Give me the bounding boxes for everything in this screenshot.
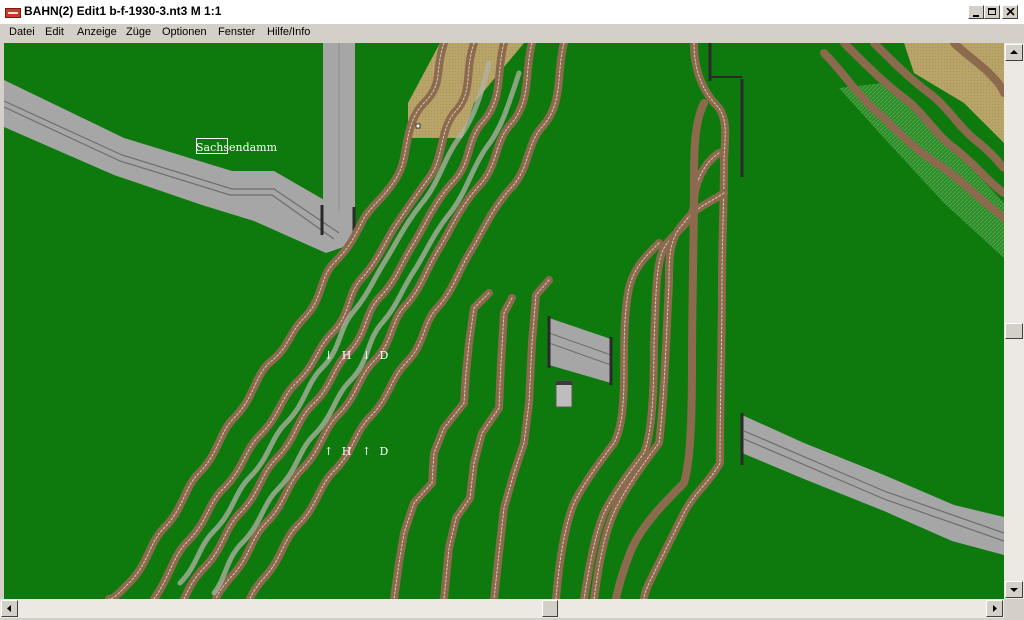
title-bar[interactable]: BAHN(2) Edit1 b-f-1930-3.nt3 M 1:1 [0,0,1024,25]
signal-group-top[interactable]: ↓ H ↓ D [324,349,389,362]
arrow-up-icon [1010,50,1018,54]
window-title: BAHN(2) Edit1 b-f-1930-3.nt3 M 1:1 [24,4,222,18]
scroll-left-button[interactable] [1,600,18,617]
signal-d-label: D [379,445,389,458]
horizontal-scroll-thumb[interactable] [541,600,558,617]
arrow-up-icon: ↑ [324,445,334,458]
signal-h-label: H [341,349,352,362]
train-app-icon[interactable] [5,8,21,18]
station-label[interactable]: Sachsendamm [196,141,277,154]
menu-zuege[interactable]: Züge [126,26,151,38]
arrow-left-icon [7,605,11,612]
menu-fenster[interactable]: Fenster [218,26,255,38]
platform-bridge [549,318,611,383]
road-diagonal-left [4,80,355,253]
close-button[interactable] [1002,5,1018,19]
minimize-button[interactable] [968,5,984,19]
scroll-down-button[interactable] [1005,581,1023,598]
arrow-down-icon: ↓ [324,349,334,362]
horizontal-scrollbar[interactable] [0,599,1004,618]
track-map-canvas[interactable]: Sachsendamm ↓ H ↓ D ↑ H ↑ D [4,43,1004,599]
arrow-up-icon: ↑ [361,445,372,458]
scroll-right-button[interactable] [986,600,1003,617]
signal-d-label: D [379,349,389,362]
scroll-up-button[interactable] [1005,44,1023,61]
maximize-button[interactable] [984,5,1000,19]
arrow-down-icon [1010,588,1018,592]
road-diagonal-right [742,415,1004,555]
menu-bar: Datei Edit Anzeige Züge Optionen Fenster… [0,24,1024,42]
menu-edit[interactable]: Edit [45,26,64,38]
menu-optionen[interactable]: Optionen [162,26,207,38]
arrow-down-icon: ↓ [361,349,372,362]
track-map [4,43,1004,599]
close-icon [1006,8,1015,16]
application-window: BAHN(2) Edit1 b-f-1930-3.nt3 M 1:1 Datei… [0,0,1024,618]
vertical-scrollbar[interactable] [1004,43,1024,599]
signal-h-label: H [341,445,352,458]
menu-anzeige[interactable]: Anzeige [77,26,117,38]
signal-group-bottom[interactable]: ↑ H ↑ D [324,445,389,458]
arrow-right-icon [993,605,997,612]
scrollbar-corner [1004,599,1024,618]
vertical-scroll-thumb[interactable] [1005,323,1023,340]
menu-hilfe-info[interactable]: Hilfe/Info [267,26,310,38]
menu-datei[interactable]: Datei [9,26,35,38]
